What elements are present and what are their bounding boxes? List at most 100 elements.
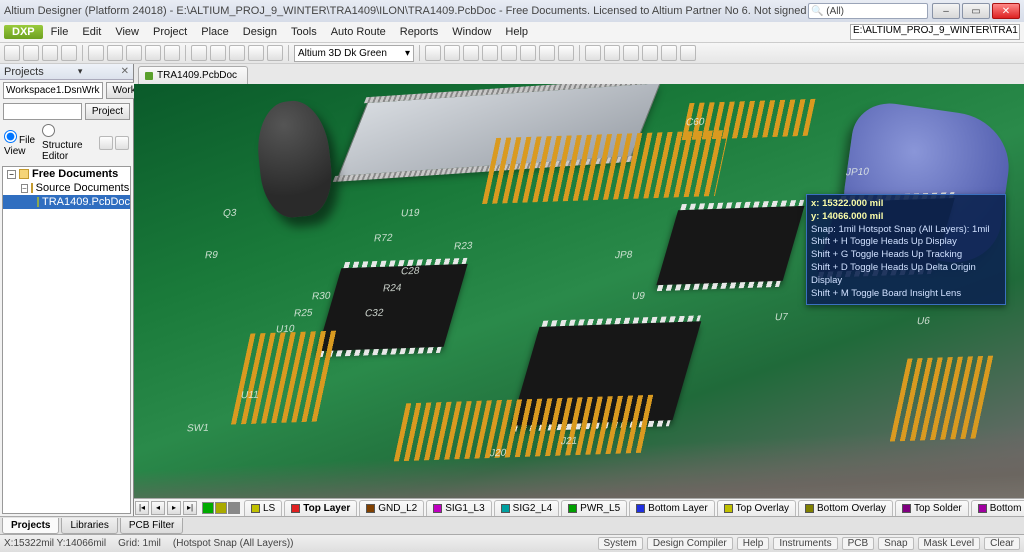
layer-tab[interactable]: SIG2_L4 <box>494 500 559 516</box>
pcb-3d-viewport[interactable]: R9 Q3 U19 R72 C28 R24 C32 R23 U10 R25 R3… <box>134 84 1024 498</box>
toolbar-button[interactable] <box>4 45 20 61</box>
menu-project[interactable]: Project <box>147 24 193 40</box>
layer-color-swatch <box>291 504 300 513</box>
menu-tools[interactable]: Tools <box>285 24 323 40</box>
close-button[interactable]: ✕ <box>992 3 1020 19</box>
toolbar-button[interactable] <box>164 45 180 61</box>
radio-file-view[interactable]: File View <box>4 130 40 157</box>
project-combo[interactable] <box>3 103 82 120</box>
menu-help[interactable]: Help <box>499 24 534 40</box>
layer-tab[interactable]: Top Layer <box>284 500 357 516</box>
menu-place[interactable]: Place <box>195 24 235 40</box>
panel-tab-libraries[interactable]: Libraries <box>61 518 117 534</box>
layer-set-combo[interactable]: Altium 3D Dk Green▾ <box>294 45 414 62</box>
tree-node-source-documents[interactable]: − Source Documents <box>3 181 130 195</box>
toolbar-button[interactable] <box>61 45 77 61</box>
menu-file[interactable]: File <box>45 24 75 40</box>
toolbar-button[interactable] <box>482 45 498 61</box>
silkscreen-label: U11 <box>240 390 260 402</box>
toolbar-button[interactable] <box>604 45 620 61</box>
status-button[interactable]: Clear <box>984 537 1020 550</box>
panel-tab-projects[interactable]: Projects <box>2 518 59 534</box>
status-grid: Grid: 1mil <box>118 538 161 549</box>
toolbar-button[interactable] <box>444 45 460 61</box>
status-coordinates: X:15322mil Y:14066mil <box>4 538 106 549</box>
toolbar-button[interactable] <box>210 45 226 61</box>
menu-reports[interactable]: Reports <box>394 24 445 40</box>
toolbar-button[interactable] <box>539 45 555 61</box>
minimize-button[interactable]: – <box>932 3 960 19</box>
expander-icon[interactable]: − <box>7 170 16 179</box>
status-button[interactable]: Instruments <box>773 537 837 550</box>
layer-nav-prev[interactable]: ◂ <box>151 501 165 515</box>
menu-design[interactable]: Design <box>237 24 283 40</box>
layer-tab[interactable]: PWR_L5 <box>561 500 627 516</box>
document-tab[interactable]: TRA1409.PcbDoc <box>138 66 248 84</box>
layer-tab[interactable]: LS <box>244 500 282 516</box>
layer-tab[interactable]: Top Solder <box>895 500 969 516</box>
dxp-menu[interactable]: DXP <box>4 25 43 39</box>
toolbar-button[interactable] <box>520 45 536 61</box>
panel-tool-icon[interactable] <box>115 136 129 150</box>
toolbar-button[interactable] <box>501 45 517 61</box>
toolbar-button[interactable] <box>248 45 264 61</box>
toolbar-button[interactable] <box>42 45 58 61</box>
radio-structure-editor[interactable]: Structure Editor <box>42 124 97 162</box>
layer-color-swatch <box>433 504 442 513</box>
toolbar-button[interactable] <box>191 45 207 61</box>
toolbar-button[interactable] <box>558 45 574 61</box>
status-button[interactable]: Mask Level <box>918 537 981 550</box>
status-button[interactable]: PCB <box>842 537 875 550</box>
status-button[interactable]: System <box>598 537 643 550</box>
layer-tab[interactable]: Bottom Layer <box>629 500 714 516</box>
toolbar-button[interactable] <box>425 45 441 61</box>
silkscreen-label: U7 <box>774 311 789 322</box>
toolbar-button[interactable] <box>23 45 39 61</box>
toolbar-button[interactable] <box>463 45 479 61</box>
toolbar-button[interactable] <box>107 45 123 61</box>
toolbar-button[interactable] <box>145 45 161 61</box>
component-header-pins <box>482 130 729 204</box>
panel-tab-pcb-filter[interactable]: PCB Filter <box>120 518 184 534</box>
toolbar-button[interactable] <box>88 45 104 61</box>
layer-nav-next[interactable]: ▸ <box>167 501 181 515</box>
toolbar-button[interactable] <box>623 45 639 61</box>
layer-tab[interactable]: SIG1_L3 <box>426 500 491 516</box>
tree-node-free-documents[interactable]: − Free Documents <box>3 167 130 181</box>
expander-icon[interactable]: − <box>21 184 28 193</box>
toolbar-separator <box>288 45 289 61</box>
document-path-box[interactable]: E:\ALTIUM_PROJ_9_WINTER\TRA1… <box>850 24 1020 40</box>
menu-window[interactable]: Window <box>446 24 497 40</box>
toolbar-button[interactable] <box>661 45 677 61</box>
layer-tab[interactable]: GND_L2 <box>359 500 424 516</box>
panel-close-icon[interactable]: ✕ <box>121 66 129 77</box>
layer-tab[interactable]: Bottom Overlay <box>798 500 893 516</box>
toolbar-button[interactable] <box>680 45 696 61</box>
layer-nav-last[interactable]: ▸| <box>183 501 197 515</box>
status-button[interactable]: Snap <box>878 537 913 550</box>
layer-set-squares[interactable] <box>202 502 240 514</box>
layer-nav-first[interactable]: |◂ <box>135 501 149 515</box>
toolbar-button[interactable] <box>642 45 658 61</box>
project-tree[interactable]: − Free Documents − Source Documents TRA1… <box>2 166 131 514</box>
project-button[interactable]: Project <box>85 103 130 120</box>
menu-auto-route[interactable]: Auto Route <box>325 24 392 40</box>
workspace-combo[interactable]: Workspace1.DsnWrk <box>3 82 103 99</box>
status-button[interactable]: Design Compiler <box>647 537 733 550</box>
menu-bar: DXP File Edit View Project Place Design … <box>0 22 1024 42</box>
layer-tab[interactable]: Top Overlay <box>717 500 796 516</box>
layer-tab[interactable]: Bottom Solder <box>971 500 1024 516</box>
toolbar-button[interactable] <box>126 45 142 61</box>
silkscreen-label: C60 <box>685 117 705 129</box>
menu-edit[interactable]: Edit <box>76 24 107 40</box>
quick-search-input[interactable]: 🔍 (All) <box>808 3 928 19</box>
status-button[interactable]: Help <box>737 537 770 550</box>
toolbar-button[interactable] <box>585 45 601 61</box>
tree-node-pcbdoc[interactable]: TRA1409.PcbDoc <box>3 195 130 209</box>
panel-tool-icon[interactable] <box>99 136 113 150</box>
maximize-button[interactable]: ▭ <box>962 3 990 19</box>
toolbar-button[interactable] <box>229 45 245 61</box>
toolbar-button[interactable] <box>267 45 283 61</box>
pin-icon[interactable]: ▾ <box>78 66 83 77</box>
menu-view[interactable]: View <box>109 24 145 40</box>
